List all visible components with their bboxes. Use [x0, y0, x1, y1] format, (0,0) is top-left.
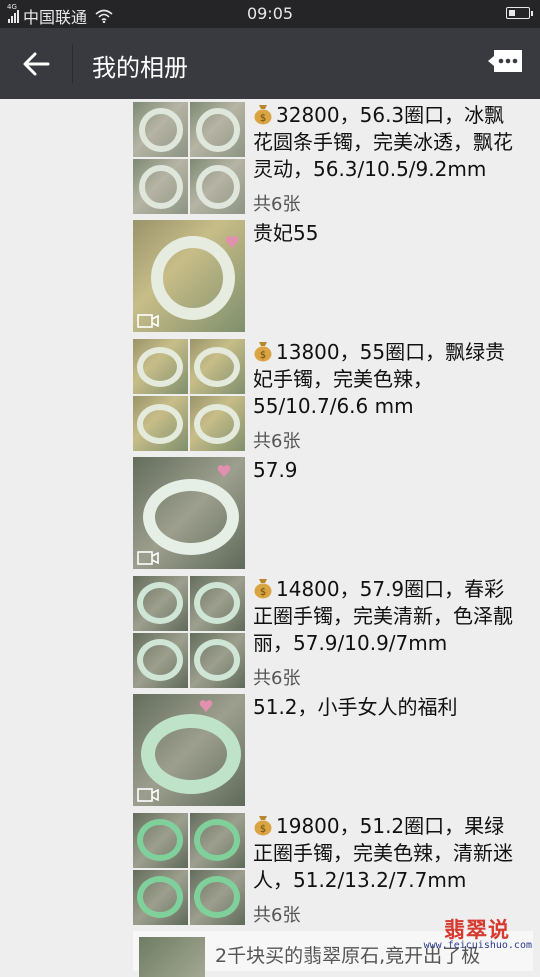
svg-text:$: $: [260, 587, 266, 598]
photo-grid[interactable]: [133, 576, 245, 688]
album-post[interactable]: $13800，55圈口，飘绿贵妃手镯，完美色辣，55/10.7/6.6 mm 共…: [133, 339, 533, 457]
photo-grid[interactable]: [133, 813, 245, 925]
caption-text: 32800，56.3圈口，冰飘花圆条手镯，完美冰透，飘花灵动，56.3/10.5…: [253, 103, 513, 181]
album-list[interactable]: $32800，56.3圈口，冰飘花圆条手镯，完美冰透，飘花灵动，56.3/10.…: [0, 99, 540, 960]
photo-count: 共6张: [253, 668, 301, 689]
photo-thumbnail[interactable]: [133, 102, 188, 157]
title-bar: 我的相册: [0, 28, 540, 99]
photo-thumbnail[interactable]: [133, 813, 188, 868]
photo-thumbnail[interactable]: [133, 339, 188, 394]
video-camera-icon: [137, 551, 159, 565]
page-title: 我的相册: [92, 54, 188, 82]
watermark-url: www.feicuishuo.com: [423, 940, 532, 951]
money-bag-icon: $: [254, 105, 272, 125]
video-thumbnail[interactable]: [133, 457, 245, 569]
photo-thumbnail[interactable]: [133, 633, 188, 688]
caption-text: 13800，55圈口，飘绿贵妃手镯，完美色辣，55/10.7/6.6 mm: [253, 340, 506, 418]
photo-count: 共6张: [253, 431, 301, 452]
photo-thumbnail[interactable]: [190, 813, 245, 868]
post-caption: 51.2，小手女人的福利: [253, 695, 458, 719]
album-post[interactable]: 57.9: [133, 457, 533, 575]
photo-thumbnail[interactable]: [190, 396, 245, 451]
photo-thumbnail[interactable]: [190, 102, 245, 157]
svg-text:$: $: [260, 113, 266, 124]
album-post[interactable]: $32800，56.3圈口，冰飘花圆条手镯，完美冰透，飘花灵动，56.3/10.…: [133, 102, 533, 220]
photo-thumbnail[interactable]: [190, 339, 245, 394]
video-thumbnail[interactable]: [133, 694, 245, 806]
heart-icon: [199, 700, 213, 712]
photo-thumbnail[interactable]: [133, 870, 188, 925]
post-caption: 57.9: [253, 458, 298, 482]
svg-text:$: $: [260, 350, 266, 361]
photo-thumbnail[interactable]: [133, 396, 188, 451]
photo-thumbnail[interactable]: [133, 159, 188, 214]
money-bag-icon: $: [254, 342, 272, 362]
bangle-photo: [141, 714, 241, 794]
post-caption: 贵妃55: [253, 221, 319, 245]
photo-grid[interactable]: [133, 102, 245, 214]
heart-icon: [217, 465, 231, 477]
battery-level: [509, 10, 515, 16]
photo-grid[interactable]: [133, 339, 245, 451]
photo-thumbnail[interactable]: [190, 870, 245, 925]
money-bag-icon: $: [254, 816, 272, 836]
photo-thumbnail[interactable]: [190, 576, 245, 631]
bangle-photo: [143, 479, 239, 555]
clock: 09:05: [246, 4, 294, 23]
caption-text: 19800，51.2圈口，果绿正圈手镯，完美色辣，清新迷人，51.2/13.2/…: [253, 814, 513, 892]
video-camera-icon: [137, 314, 159, 328]
status-bar: 4G 中国联通 09:05: [0, 0, 540, 28]
photo-thumbnail[interactable]: [190, 633, 245, 688]
battery-icon: [506, 7, 533, 19]
photo-thumbnail[interactable]: [190, 159, 245, 214]
video-thumbnail[interactable]: [133, 220, 245, 332]
title-divider: [72, 44, 73, 83]
svg-text:$: $: [260, 824, 266, 835]
post-caption: $19800，51.2圈口，果绿正圈手镯，完美色辣，清新迷人，51.2/13.2…: [253, 813, 523, 894]
arrow-left-icon[interactable]: [20, 48, 52, 80]
post-caption: $13800，55圈口，飘绿贵妃手镯，完美色辣，55/10.7/6.6 mm: [253, 339, 523, 420]
post-caption: $14800，57.9圈口，春彩正圈手镯，完美清新，色泽靓丽，57.9/10.9…: [253, 576, 523, 657]
caption-text: 14800，57.9圈口，春彩正圈手镯，完美清新，色泽靓丽，57.9/10.9/…: [253, 577, 513, 655]
album-post[interactable]: 51.2，小手女人的福利: [133, 694, 533, 812]
comment-more-icon[interactable]: [488, 50, 522, 76]
post-caption: $32800，56.3圈口，冰飘花圆条手镯，完美冰透，飘花灵动，56.3/10.…: [253, 102, 523, 183]
album-post[interactable]: 贵妃55: [133, 220, 533, 338]
album-post[interactable]: $14800，57.9圈口，春彩正圈手镯，完美清新，色泽靓丽，57.9/10.9…: [133, 576, 533, 694]
photo-thumbnail[interactable]: [133, 576, 188, 631]
photo-count: 共6张: [253, 905, 301, 926]
heart-icon: [225, 236, 239, 248]
money-bag-icon: $: [254, 579, 272, 599]
link-thumbnail: [139, 937, 205, 977]
photo-count: 共6张: [253, 194, 301, 215]
watermark: 翡翠说 www.feicuishuo.com: [416, 914, 534, 954]
bangle-photo: [151, 236, 235, 320]
video-camera-icon: [137, 788, 159, 802]
